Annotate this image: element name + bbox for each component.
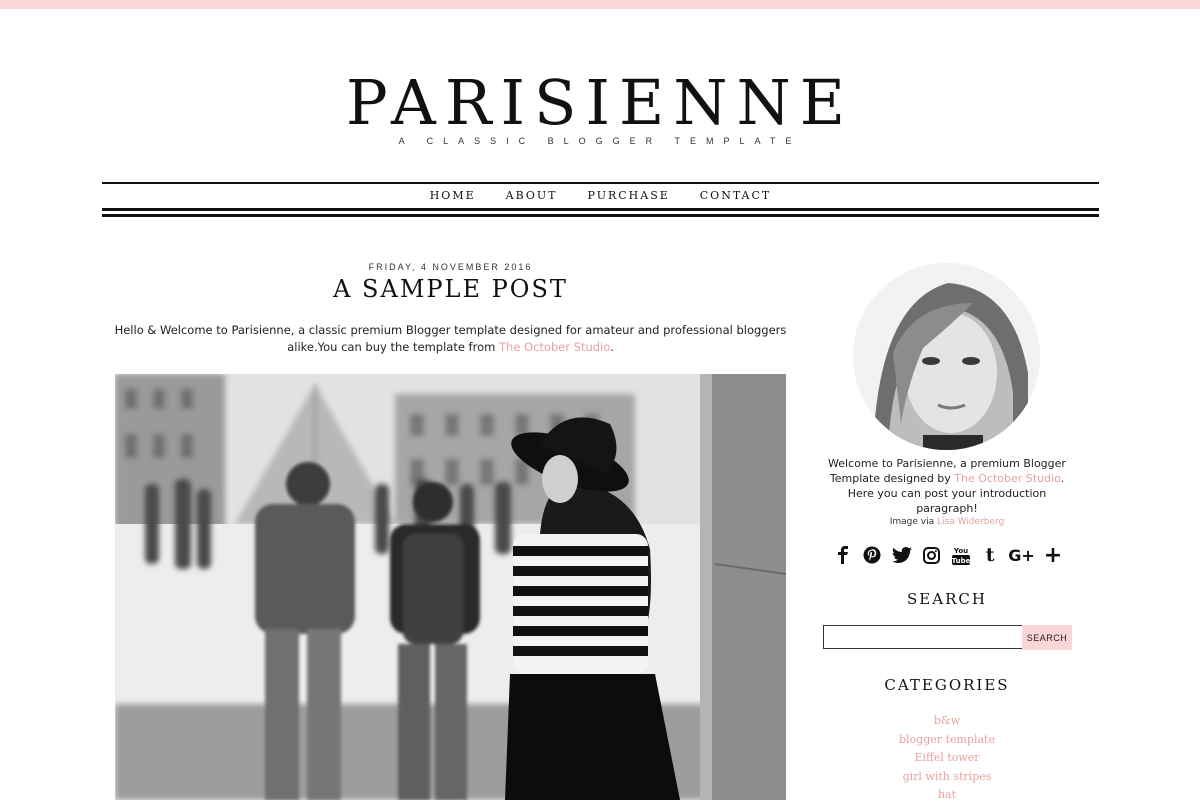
- category-link[interactable]: Eiffel tower: [914, 751, 979, 764]
- author-avatar: [853, 263, 1040, 450]
- nav-item-home[interactable]: HOME: [430, 186, 476, 206]
- search-button[interactable]: SEARCH: [1022, 625, 1072, 650]
- sidebar-intro: Welcome to Parisienne, a premium Blogger…: [820, 456, 1074, 516]
- category-link[interactable]: blogger template: [899, 733, 995, 746]
- post-image[interactable]: [115, 374, 786, 800]
- post-body: Hello & Welcome to Parisienne, a classic…: [112, 322, 789, 356]
- pinterest-icon[interactable]: [861, 544, 883, 566]
- category-link[interactable]: girl with stripes: [903, 770, 992, 783]
- social-links: You Tube t G+ +: [832, 543, 1064, 568]
- facebook-icon[interactable]: [832, 544, 854, 566]
- youtube-icon-tube: Tube: [952, 557, 970, 565]
- nav-divider-bottom-2: [102, 214, 1099, 217]
- main-nav: HOME ABOUT PURCHASE CONTACT: [102, 186, 1099, 206]
- site-tagline: A CLASSIC BLOGGER TEMPLATE: [398, 136, 802, 146]
- list-item: b&w: [820, 710, 1074, 729]
- category-link[interactable]: b&w: [934, 714, 960, 727]
- site-title[interactable]: PARISIENNE: [0, 66, 1200, 140]
- list-item: girl with stripes: [820, 766, 1074, 785]
- youtube-icon[interactable]: You Tube: [950, 544, 972, 566]
- categories-list: b&w blogger template Eiffel tower girl w…: [820, 710, 1074, 803]
- intro-link[interactable]: The October Studio: [954, 472, 1060, 485]
- category-link[interactable]: hat: [938, 788, 956, 801]
- twitter-icon[interactable]: [891, 544, 913, 566]
- nav-item-about[interactable]: ABOUT: [506, 186, 558, 206]
- tumblr-icon[interactable]: t: [979, 544, 1001, 566]
- instagram-icon[interactable]: [920, 544, 942, 566]
- search-widget-title: SEARCH: [907, 590, 987, 608]
- nav-divider-bottom-1: [102, 208, 1099, 211]
- image-credit: Image via Lisa Widerberg: [820, 517, 1074, 527]
- google-plus-icon[interactable]: G+: [1008, 544, 1035, 566]
- search-input[interactable]: [823, 625, 1024, 649]
- bloglovin-icon[interactable]: +: [1042, 543, 1064, 568]
- post-body-link[interactable]: The October Studio: [499, 340, 610, 354]
- post-title[interactable]: A SAMPLE POST: [115, 272, 786, 306]
- list-item: Eiffel tower: [820, 747, 1074, 766]
- credit-link[interactable]: Lisa Widerberg: [937, 517, 1004, 527]
- nav-item-contact[interactable]: CONTACT: [700, 186, 772, 206]
- nav-item-purchase[interactable]: PURCHASE: [587, 186, 669, 206]
- post-date: FRIDAY, 4 NOVEMBER 2016: [368, 262, 533, 272]
- categories-widget-title: CATEGORIES: [884, 676, 1010, 694]
- top-accent-bar: [0, 0, 1200, 9]
- nav-divider-top: [102, 182, 1099, 184]
- youtube-icon-you: You: [953, 547, 968, 555]
- post-photo-illustration: [115, 374, 786, 800]
- credit-text: Image via: [889, 517, 937, 527]
- post-body-suffix: .: [610, 340, 614, 354]
- list-item: blogger template: [820, 729, 1074, 748]
- post-body-line2: alike.You can buy the template from: [287, 340, 499, 354]
- post-body-line1: Hello & Welcome to Parisienne, a classic…: [114, 323, 787, 337]
- author-portrait-illustration: [853, 263, 1040, 450]
